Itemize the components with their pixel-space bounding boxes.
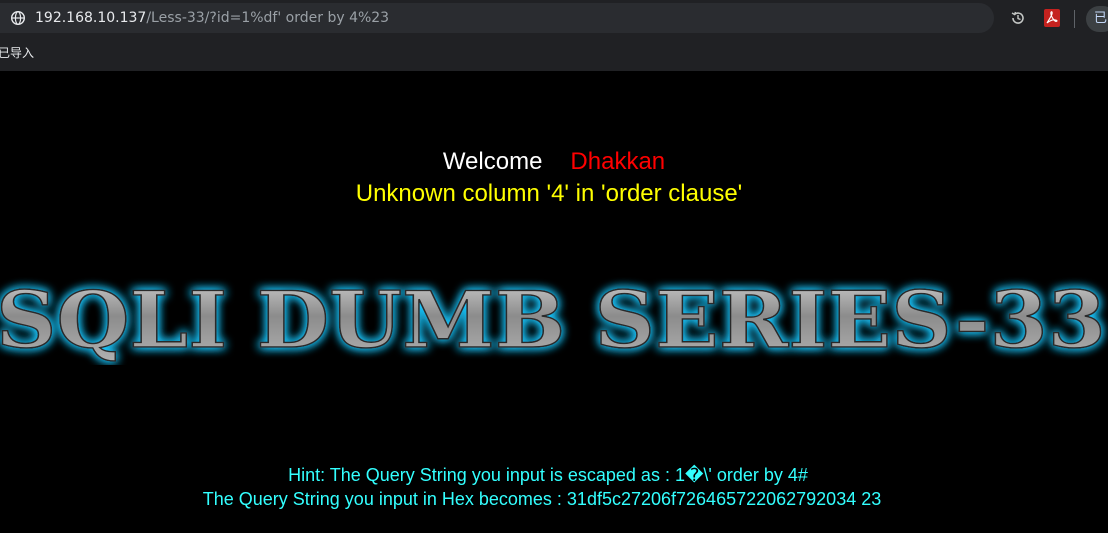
welcome-line: Welcome Dhakkan [0,148,1108,176]
banner-title-text: SQLI DUMB SERIES-33 [0,275,1106,365]
welcome-text: Welcome [442,148,543,175]
hint-escaped: Hint: The Query String you input is esca… [288,465,808,485]
browser-chrome: 192.168.10.137/Less-33/?id=1%df' order b… [0,0,1108,71]
toolbar-divider [1074,10,1075,28]
globe-icon[interactable] [11,11,25,25]
banner-title-image: SQLI DUMB SERIES-33 [0,275,1107,365]
profile-button[interactable]: 已 [1086,6,1108,32]
url-host: 192.168.10.137 [35,10,147,26]
user-name: Dhakkan [570,148,666,175]
address-bar[interactable]: 192.168.10.137/Less-33/?id=1%df' order b… [0,3,994,33]
bookmark-imported[interactable]: 已导入 [0,44,34,61]
pdf-extension-icon[interactable] [1043,8,1061,28]
page-content: Welcome Dhakkan Unknown column '4' in 'or… [0,71,1108,533]
error-message: Unknown column '4' in 'order clause' [355,180,743,207]
history-icon[interactable] [1010,10,1026,26]
hint-hex: The Query String you input in Hex become… [202,489,882,509]
url-text[interactable]: 192.168.10.137/Less-33/?id=1%df' order b… [35,9,389,27]
url-path: /Less-33/?id=1%df' order by 4%23 [146,10,390,26]
